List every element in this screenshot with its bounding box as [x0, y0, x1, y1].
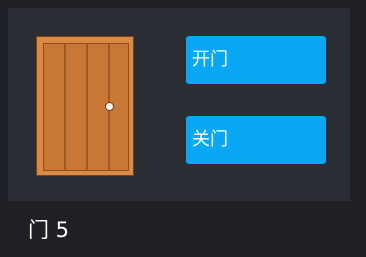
open-door-button[interactable]: 开门	[186, 36, 326, 84]
door-footer: 门 5	[0, 201, 366, 257]
door-name: 门 5	[28, 218, 70, 242]
door-frame	[36, 36, 134, 176]
door-knob	[105, 102, 114, 111]
door-icon	[36, 36, 136, 178]
door-control-card: 开门 关门	[8, 8, 350, 201]
door-panel	[43, 43, 129, 171]
close-door-button[interactable]: 关门	[186, 116, 326, 164]
